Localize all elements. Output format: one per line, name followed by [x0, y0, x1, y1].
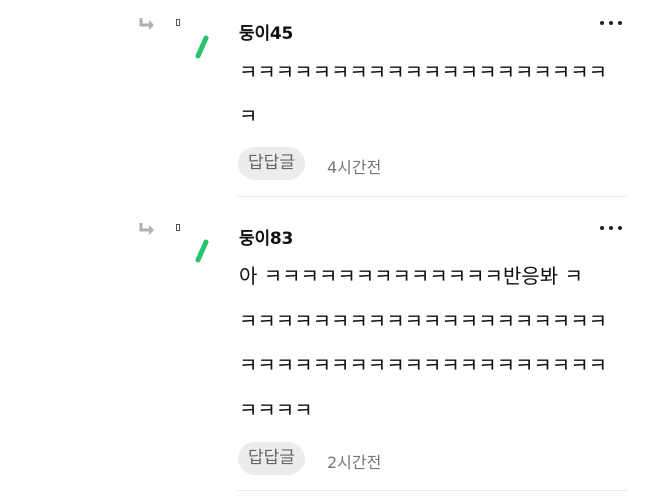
comment-author[interactable]: 둥이83: [239, 224, 293, 249]
comment-text-line: ㅋㅋㅋㅋㅋㅋㅋㅋㅋㅋㅋㅋㅋㅋㅋㅋㅋㅋㅋㅋ: [239, 353, 607, 377]
reply-arrow-icon: [139, 223, 154, 235]
comment-timestamp: 2시간전: [327, 453, 382, 472]
avatar-placeholder-icon: [176, 224, 180, 231]
comment-text-line: 아 ㅋㅋㅋㅋㅋㅋㅋㅋㅋㅋㅋㅋㅋ반응봐 ㅋ: [239, 264, 583, 288]
comment-text-line: ㅋㅋㅋㅋ: [239, 398, 313, 422]
green-badge-icon: [195, 239, 209, 263]
more-options-icon[interactable]: [596, 220, 626, 236]
comment-text-line: ㅋㅋㅋㅋㅋㅋㅋㅋㅋㅋㅋㅋㅋㅋㅋㅋㅋㅋㅋㅋ: [239, 309, 607, 333]
comment-item: 둥이83 아 ㅋㅋㅋㅋㅋㅋㅋㅋㅋㅋㅋㅋㅋ반응봐 ㅋ ㅋㅋㅋㅋㅋㅋㅋㅋㅋㅋㅋㅋㅋㅋ…: [0, 0, 651, 500]
reply-button[interactable]: 답답글: [238, 442, 305, 475]
comment-divider: [238, 490, 627, 491]
